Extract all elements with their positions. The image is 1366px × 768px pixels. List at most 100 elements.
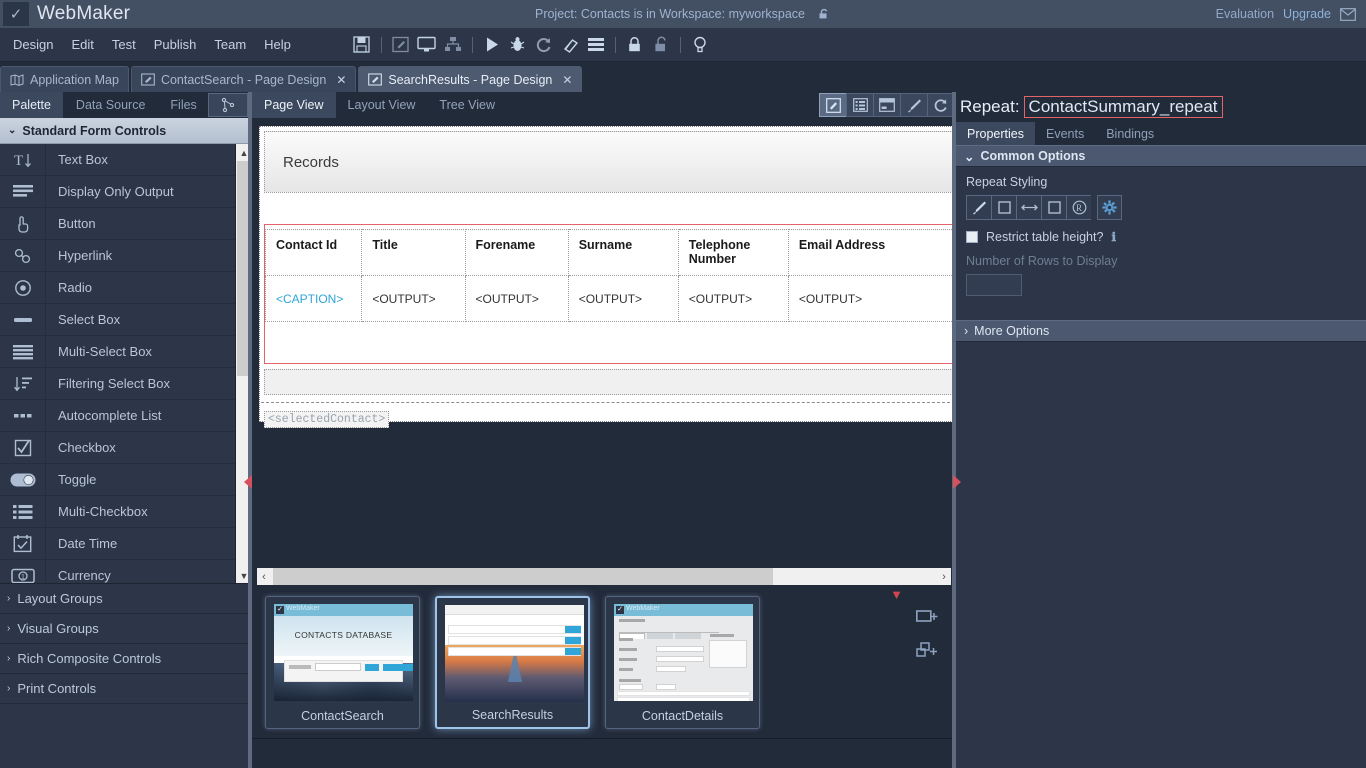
tab-palette[interactable]: Palette: [0, 92, 64, 118]
palette-group-standard-form-controls[interactable]: ⌄ Standard Form Controls: [0, 118, 252, 144]
number-of-rows-input[interactable]: [966, 274, 1022, 296]
tab-bindings[interactable]: Bindings: [1095, 122, 1165, 145]
page-design-canvas[interactable]: Records Contact Id Title Forename Surnam…: [259, 126, 955, 428]
cell-surname[interactable]: <OUTPUT>: [567, 275, 679, 322]
lock-closed-icon[interactable]: [622, 32, 648, 58]
tab-searchresults-page-design[interactable]: SearchResults - Page Design ✕: [358, 66, 583, 92]
refresh-icon[interactable]: [531, 32, 557, 58]
sitemap-icon[interactable]: [440, 32, 466, 58]
tab-layout-view[interactable]: Layout View: [336, 92, 428, 118]
close-icon[interactable]: ✕: [336, 73, 346, 87]
records-header-band[interactable]: Records: [264, 131, 955, 193]
palette-item-radio[interactable]: Radio: [0, 272, 252, 304]
palette-item-text-box[interactable]: T Text Box: [0, 144, 252, 176]
bug-icon[interactable]: [505, 32, 531, 58]
palette-item-hyperlink[interactable]: Hyperlink: [0, 240, 252, 272]
empty-placeholder-strip[interactable]: [264, 369, 955, 395]
palette-item-autocomplete-list[interactable]: Autocomplete List: [0, 400, 252, 432]
structure-branch-icon[interactable]: [208, 93, 248, 117]
scrollbar-track[interactable]: [271, 568, 937, 585]
edit-page-icon[interactable]: [388, 32, 414, 58]
thumbnail-contactdetails[interactable]: ✓ WebMaker ContactDetails: [605, 596, 760, 729]
lightbulb-icon[interactable]: [687, 32, 713, 58]
palette-group-print-controls[interactable]: › Print Controls: [0, 674, 252, 704]
monitor-icon[interactable]: [414, 32, 440, 58]
column-header-forename[interactable]: Forename: [464, 229, 569, 276]
menu-test[interactable]: Test: [104, 33, 144, 56]
canvas-horizontal-scrollbar[interactable]: ‹ ›: [257, 568, 951, 585]
collapse-right-panel-handle[interactable]: [953, 475, 961, 489]
cell-contact-id[interactable]: <CAPTION>: [264, 275, 363, 322]
tab-page-view[interactable]: Page View: [252, 92, 336, 118]
palette-item-toggle[interactable]: Toggle: [0, 464, 252, 496]
gear-icon[interactable]: [1097, 195, 1122, 220]
column-header-email-address[interactable]: Email Address: [787, 229, 955, 276]
stack-list-icon[interactable]: [583, 32, 609, 58]
right-panel-divider[interactable]: [952, 92, 956, 768]
scrollbar-thumb[interactable]: [273, 568, 773, 585]
envelope-icon[interactable]: [1340, 7, 1356, 21]
tab-tree-view[interactable]: Tree View: [427, 92, 507, 118]
tab-application-map[interactable]: Application Map: [0, 66, 129, 92]
cell-title[interactable]: <OUTPUT>: [361, 275, 466, 322]
palette-item-multi-checkbox[interactable]: Multi-Checkbox: [0, 496, 252, 528]
unlocked-padlock-icon[interactable]: [817, 7, 831, 21]
column-header-telephone-number[interactable]: Telephone Number: [677, 229, 789, 276]
add-page-icon[interactable]: [916, 609, 938, 625]
restrict-table-height-checkbox[interactable]: [966, 231, 978, 243]
menu-publish[interactable]: Publish: [146, 33, 205, 56]
palette-item-multi-select-box[interactable]: Multi-Select Box: [0, 336, 252, 368]
tab-contactsearch-page-design[interactable]: ContactSearch - Page Design ✕: [130, 66, 357, 92]
selected-contact-token[interactable]: <selectedContact>: [264, 411, 390, 428]
play-icon[interactable]: [479, 32, 505, 58]
add-page-group-icon[interactable]: [916, 642, 938, 660]
registered-mark-icon[interactable]: R: [1066, 195, 1091, 220]
horizontal-arrows-icon[interactable]: [1016, 195, 1041, 220]
column-header-title[interactable]: Title: [361, 229, 466, 276]
menu-team[interactable]: Team: [206, 33, 254, 56]
palette-item-checkbox[interactable]: Checkbox: [0, 432, 252, 464]
eraser-icon[interactable]: [557, 32, 583, 58]
thumbnail-searchresults[interactable]: SearchResults: [435, 596, 590, 729]
repeat-region-contactsummary[interactable]: Contact Id Title Forename Surname Teleph…: [264, 224, 955, 364]
palette-item-date-time[interactable]: Date Time: [0, 528, 252, 560]
upgrade-link[interactable]: Upgrade: [1283, 7, 1331, 21]
properties-header-value[interactable]: ContactSummary_repeat: [1023, 96, 1223, 118]
menu-edit[interactable]: Edit: [63, 33, 101, 56]
column-header-surname[interactable]: Surname: [567, 229, 679, 276]
cell-forename[interactable]: <OUTPUT>: [464, 275, 569, 322]
paint-brush-icon[interactable]: [966, 195, 991, 220]
palette-item-display-only-output[interactable]: Display Only Output: [0, 176, 252, 208]
tab-properties[interactable]: Properties: [956, 122, 1035, 145]
menu-help[interactable]: Help: [256, 33, 299, 56]
form-panel-icon[interactable]: [873, 93, 900, 117]
column-header-contact-id[interactable]: Contact Id: [264, 229, 363, 276]
collapse-left-panel-handle[interactable]: [244, 475, 252, 489]
tab-events[interactable]: Events: [1035, 122, 1095, 145]
info-icon[interactable]: ℹ: [1111, 230, 1116, 244]
palette-item-button[interactable]: Button: [0, 208, 252, 240]
palette-item-currency[interactable]: 1 Currency: [0, 560, 252, 583]
palette-item-filtering-select-box[interactable]: Filtering Select Box: [0, 368, 252, 400]
collapse-thumbnails-icon[interactable]: ▼: [890, 587, 903, 602]
save-icon[interactable]: [349, 32, 375, 58]
refresh-view-icon[interactable]: [927, 93, 954, 117]
lock-open-icon[interactable]: [648, 32, 674, 58]
cell-telephone-number[interactable]: <OUTPUT>: [677, 275, 789, 322]
palette-group-visual-groups[interactable]: › Visual Groups: [0, 614, 252, 644]
close-icon[interactable]: ✕: [562, 73, 572, 87]
tab-data-source[interactable]: Data Source: [64, 92, 159, 118]
list-view-icon[interactable]: [846, 93, 873, 117]
section-more-options[interactable]: › More Options: [956, 320, 1366, 342]
paint-brush-icon[interactable]: [900, 93, 927, 117]
scroll-right-icon[interactable]: ›: [937, 571, 951, 583]
scroll-left-icon[interactable]: ‹: [257, 571, 271, 583]
left-panel-divider[interactable]: [248, 92, 252, 768]
design-edit-icon[interactable]: [819, 93, 846, 117]
palette-item-select-box[interactable]: Select Box: [0, 304, 252, 336]
square-outline-2-icon[interactable]: [1041, 195, 1066, 220]
cell-email-address[interactable]: <OUTPUT>: [787, 275, 955, 322]
square-outline-icon[interactable]: [991, 195, 1016, 220]
palette-group-layout-groups[interactable]: › Layout Groups: [0, 584, 252, 614]
thumbnail-contactsearch[interactable]: ✓ WebMaker CONTACTS DATABASE ContactSear…: [265, 596, 420, 729]
